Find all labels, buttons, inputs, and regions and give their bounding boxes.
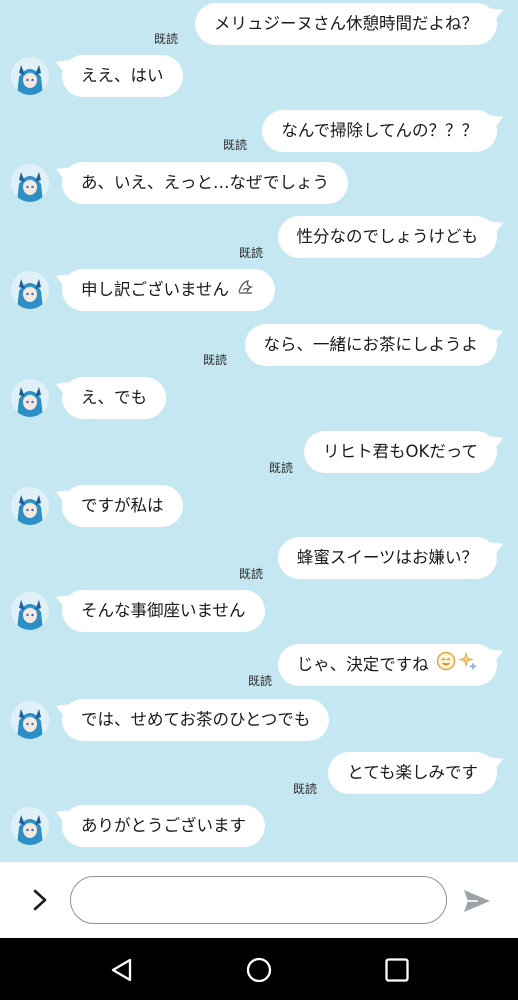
nav-back-button[interactable] (107, 955, 137, 985)
expand-menu-button[interactable] (26, 886, 54, 914)
triangle-back-icon (111, 958, 132, 982)
message-bubble-incoming[interactable]: あ、いえ、えっと…なぜでしょう (62, 162, 348, 204)
message-bubble-outgoing[interactable]: なんで掃除してんの？？？ (262, 110, 497, 152)
square-recents-icon (385, 958, 409, 982)
avatar-image (11, 487, 49, 525)
message-text: 蜂蜜スイーツはお嫌い？ (296, 548, 478, 567)
avatar[interactable] (11, 164, 49, 202)
message-bubble-incoming[interactable]: 申し訳ございません (62, 269, 276, 312)
message-text: リヒト君もOKだって (323, 442, 478, 461)
message-text: え、でも (81, 388, 147, 407)
nav-home-button[interactable] (244, 955, 274, 985)
avatar[interactable] (11, 271, 49, 309)
message-bubble-incoming[interactable]: ありがとうございます (62, 805, 265, 847)
message-bubble-outgoing[interactable]: 蜂蜜スイーツはお嫌い？ (277, 537, 497, 579)
avatar-image (11, 271, 49, 309)
read-receipt: 既読 (222, 138, 247, 152)
message-bubble-incoming[interactable]: ええ、はい (62, 55, 183, 97)
avatar-image (11, 57, 49, 95)
smiling-face-sparkles-emoji (436, 645, 478, 687)
read-receipt: 既読 (238, 246, 263, 260)
avatar[interactable] (11, 701, 49, 739)
avatar[interactable] (11, 592, 49, 630)
send-arrow-icon (464, 890, 490, 912)
message-text: なんで掃除してんの？？？ (281, 121, 478, 140)
read-receipt: 既読 (153, 32, 178, 46)
chevron-right-icon (33, 889, 47, 911)
message-bubble-outgoing[interactable]: リヒト君もOKだって (304, 431, 497, 473)
message-bubble-outgoing[interactable]: なら、一緒にお茶にしようよ (244, 324, 497, 366)
message-bubble-outgoing[interactable]: 性分なのでしょうけども (277, 216, 497, 258)
message-text: では、せめてお茶のひとつでも (81, 710, 311, 729)
message-bubble-incoming[interactable]: え、でも (62, 377, 166, 419)
message-text: あ、いえ、えっと…なぜでしょう (81, 173, 329, 192)
message-bubble-outgoing[interactable]: じゃ、決定ですね (277, 644, 497, 687)
message-text: ありがとうございます (81, 816, 246, 835)
message-text: なら、一緒にお茶にしようよ (263, 335, 479, 354)
avatar[interactable] (11, 379, 49, 417)
message-bubble-incoming[interactable]: そんな事御座いません (62, 590, 265, 632)
read-receipt: 既読 (247, 674, 272, 688)
message-text: じゃ、決定ですね (296, 655, 429, 674)
message-text: ええ、はい (81, 66, 164, 85)
message-input[interactable] (70, 876, 447, 924)
avatar-image (11, 807, 49, 845)
wilted-drop-emoji (236, 270, 256, 312)
system-navigation-bar (0, 938, 518, 1000)
read-receipt: 既読 (202, 353, 227, 367)
avatar-image (11, 164, 49, 202)
read-receipt: 既読 (268, 461, 293, 475)
message-bubble-incoming[interactable]: では、せめてお茶のひとつでも (62, 699, 330, 741)
avatar[interactable] (11, 807, 49, 845)
avatar-image (11, 701, 49, 739)
read-receipt: 既読 (238, 567, 263, 581)
avatar-image (11, 379, 49, 417)
message-text: そんな事御座いません (81, 601, 246, 620)
avatar-image (11, 592, 49, 630)
read-receipt: 既読 (292, 782, 317, 796)
message-text: とても楽しみです (347, 763, 478, 782)
message-text: メリュジーヌさん休憩時間だよね？ (214, 14, 478, 33)
message-text: 性分なのでしょうけども (296, 227, 479, 246)
message-bubble-outgoing[interactable]: メリュジーヌさん休憩時間だよね？ (195, 3, 497, 45)
message-bubble-incoming[interactable]: ですが私は (62, 485, 183, 527)
message-text: 申し訳ございません (81, 280, 230, 299)
message-bubble-outgoing[interactable]: とても楽しみです (328, 752, 497, 794)
send-button[interactable] (462, 888, 492, 914)
circle-home-icon (246, 957, 272, 983)
chat-area[interactable]: 既読 メリュジーヌさん休憩時間だよね？ ええ、はい 既読 なんで掃除してんの？？… (0, 0, 518, 862)
nav-recents-button[interactable] (382, 955, 412, 985)
avatar[interactable] (11, 487, 49, 525)
avatar[interactable] (11, 57, 49, 95)
message-input-bar (0, 862, 518, 938)
message-text: ですが私は (81, 496, 164, 515)
